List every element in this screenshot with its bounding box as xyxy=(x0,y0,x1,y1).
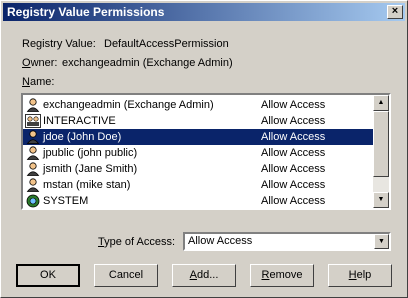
registry-value-text: DefaultAccessPermission xyxy=(104,38,229,50)
user-icon xyxy=(25,130,41,144)
list-item[interactable]: mstan (mike stan) Allow Access xyxy=(23,177,373,193)
scroll-up-button[interactable]: ▲ xyxy=(373,95,389,111)
list-item-access: Allow Access xyxy=(261,195,326,207)
type-of-access-select[interactable]: Allow Access ▼ xyxy=(183,232,391,251)
scroll-down-button[interactable]: ▼ xyxy=(373,192,389,208)
remove-button[interactable]: Remove xyxy=(250,264,314,287)
ok-button[interactable]: OK xyxy=(16,264,80,287)
owner-label: Owner: xyxy=(22,57,58,69)
list-item-access: Allow Access xyxy=(261,147,326,159)
list-item[interactable]: SYSTEM Allow Access xyxy=(23,193,373,209)
list-item-name: jpublic (john public) xyxy=(43,147,138,159)
user-icon xyxy=(25,98,41,112)
type-of-access-label: Type of Access: xyxy=(98,236,176,248)
list-item-name: INTERACTIVE xyxy=(43,115,116,127)
list-item-name: mstan (mike stan) xyxy=(43,179,131,191)
dialog-title: Registry Value Permissions xyxy=(7,5,165,19)
list-item-access: Allow Access xyxy=(261,163,326,175)
system-icon xyxy=(25,194,41,208)
list-item-access: Allow Access xyxy=(261,115,326,127)
list-item[interactable]: jdoe (John Doe) Allow Access xyxy=(23,129,373,145)
registry-permissions-dialog: Registry Value Permissions × Registry Va… xyxy=(0,0,408,298)
type-of-access-value: Allow Access xyxy=(188,235,253,247)
name-label: Name: xyxy=(22,76,55,88)
scroll-thumb[interactable] xyxy=(373,111,389,177)
dropdown-arrow-icon[interactable]: ▼ xyxy=(374,234,389,249)
list-item-name: exchangeadmin (Exchange Admin) xyxy=(43,99,214,111)
user-icon xyxy=(25,146,41,160)
title-bar[interactable]: Registry Value Permissions × xyxy=(3,3,405,21)
group-icon xyxy=(25,114,41,128)
list-item-access: Allow Access xyxy=(261,131,326,143)
help-button[interactable]: Help xyxy=(328,264,392,287)
list-scrollbar[interactable]: ▲ ▼ xyxy=(373,95,389,208)
list-item[interactable]: jsmith (Jane Smith) Allow Access xyxy=(23,161,373,177)
list-item-access: Allow Access xyxy=(261,99,326,111)
list-item-name: jsmith (Jane Smith) xyxy=(43,163,138,175)
user-icon xyxy=(25,178,41,192)
list-item-access: Allow Access xyxy=(261,179,326,191)
list-item[interactable]: jpublic (john public) Allow Access xyxy=(23,145,373,161)
list-item[interactable]: exchangeadmin (Exchange Admin) Allow Acce… xyxy=(23,97,373,113)
close-button[interactable]: × xyxy=(387,5,403,19)
cancel-button[interactable]: Cancel xyxy=(94,264,158,287)
user-icon xyxy=(25,162,41,176)
owner-value: exchangeadmin (Exchange Admin) xyxy=(62,57,233,69)
permissions-list[interactable]: exchangeadmin (Exchange Admin) Allow Acce… xyxy=(21,93,391,210)
registry-value-label: Registry Value: xyxy=(22,38,96,50)
list-item-name: SYSTEM xyxy=(43,195,89,207)
list-item[interactable]: INTERACTIVE Allow Access xyxy=(23,113,373,129)
add-button[interactable]: Add... xyxy=(172,264,236,287)
list-item-name: jdoe (John Doe) xyxy=(43,131,122,143)
